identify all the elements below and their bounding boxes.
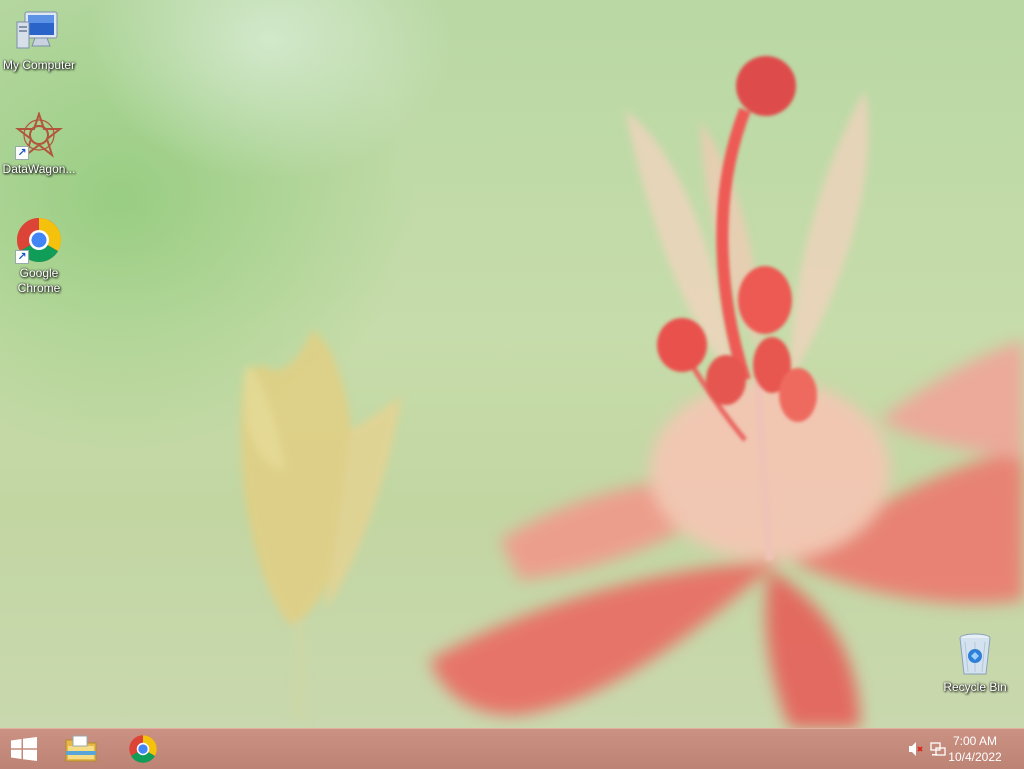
desktop-icon-label: My Computer (2, 58, 76, 72)
folder-icon (65, 735, 97, 762)
taskbar: 7:00 AM 10/4/2022 (0, 728, 1024, 769)
system-tray: 7:00 AM 10/4/2022 (884, 729, 1024, 769)
shortcut-arrow-icon: ↗ (15, 250, 29, 264)
desktop-icon-datawagon[interactable]: ↗ DataWagon... (0, 110, 78, 177)
taskbar-google-chrome[interactable] (120, 729, 166, 769)
taskbar-file-explorer[interactable] (58, 729, 104, 769)
desktop-icon-label: Google Chrome (17, 266, 61, 295)
recycle-bin-icon (951, 630, 999, 678)
desktop-icon-my-computer[interactable]: My Computer (0, 8, 78, 73)
windows-start-icon (11, 737, 37, 761)
chrome-icon (129, 735, 157, 763)
volume-muted-icon[interactable] (908, 741, 924, 757)
wallpaper (240, 56, 1024, 728)
desktop-icon-google-chrome[interactable]: ↗ Google Chrome (0, 216, 78, 296)
desktop-icon-label: Recycle Bin (943, 680, 1007, 694)
clock-time: 7:00 AM (952, 734, 998, 748)
computer-icon (15, 8, 63, 56)
chrome-icon: ↗ (15, 216, 63, 264)
datawagon-icon: ↗ (15, 110, 63, 160)
shortcut-arrow-icon: ↗ (15, 146, 29, 160)
clock-date: 10/4/2022 (948, 750, 1002, 764)
desktop[interactable]: My Computer ↗ DataWagon... ↗ Google Chro… (0, 0, 1024, 728)
start-button[interactable] (0, 729, 48, 769)
desktop-icon-recycle-bin[interactable]: Recycle Bin (936, 630, 1014, 695)
clock[interactable]: 7:00 AM 10/4/2022 (940, 733, 1010, 765)
desktop-icon-label: DataWagon... (2, 162, 76, 176)
